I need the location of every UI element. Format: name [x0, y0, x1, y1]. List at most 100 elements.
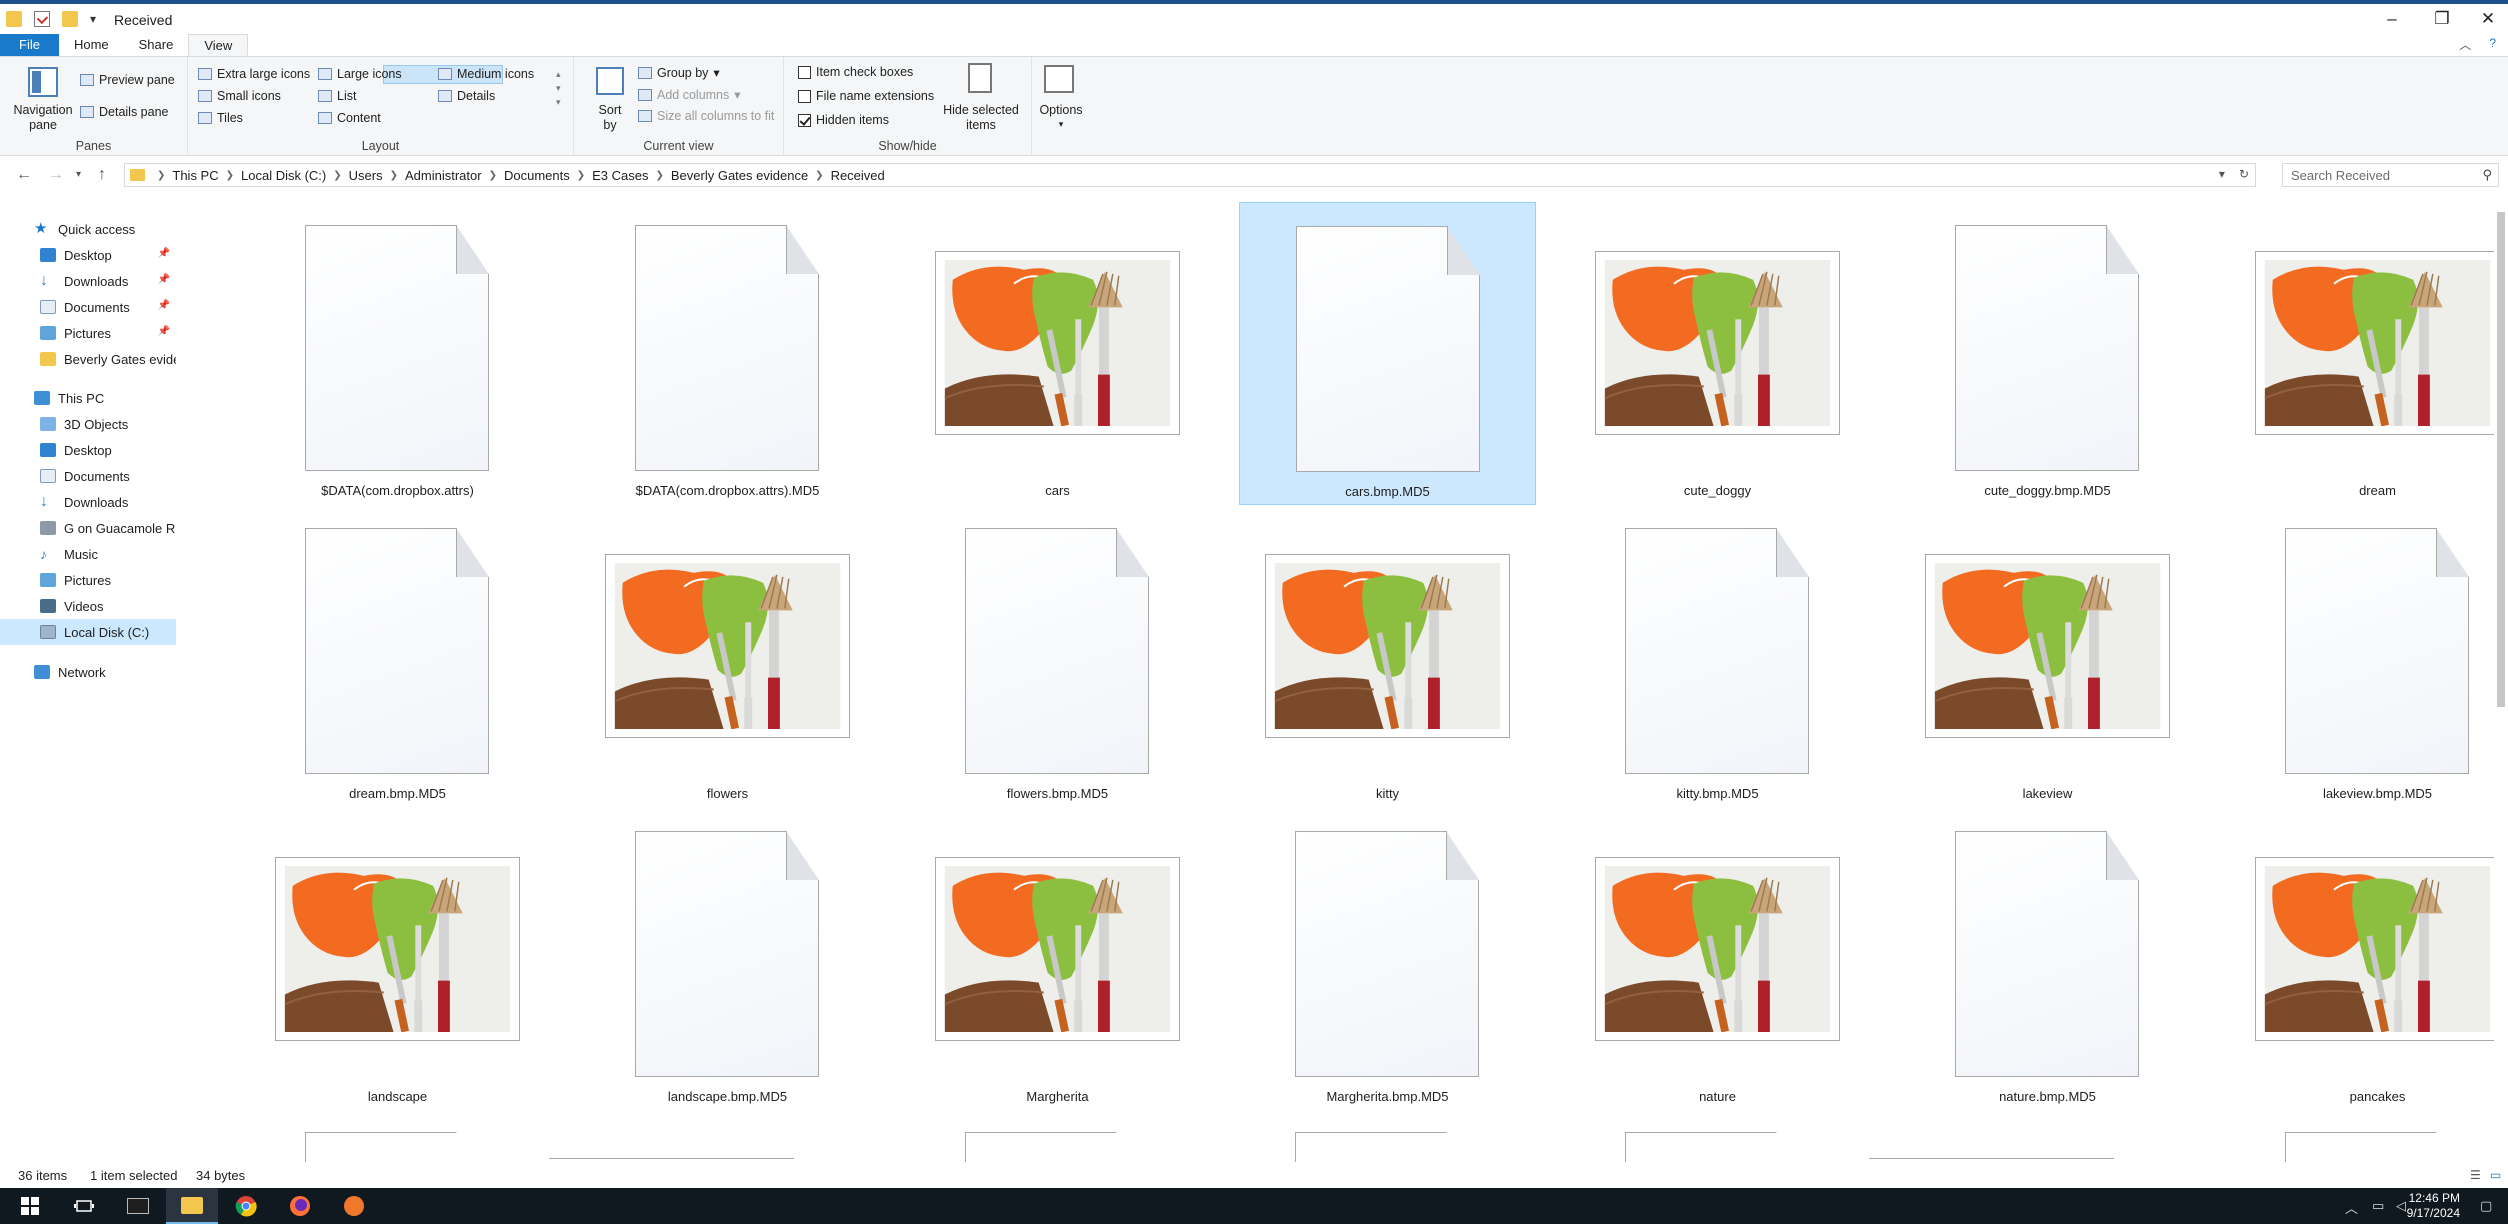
partial-document-icon[interactable] — [2285, 1132, 2469, 1162]
file-item[interactable]: flowers — [579, 505, 876, 808]
properties-icon[interactable] — [34, 11, 50, 27]
details-view-icon[interactable]: ☰ — [2470, 1168, 2481, 1182]
refresh-icon[interactable]: ↻ — [2239, 167, 2249, 181]
breadcrumb-separator-icon[interactable]: ❯ — [489, 170, 497, 181]
layout-tiles[interactable]: Tiles — [198, 111, 243, 125]
file-item[interactable]: pancakes — [2229, 808, 2495, 1111]
hidden-items-toggle[interactable]: Hidden items — [798, 113, 889, 127]
size-all-columns-button[interactable]: Size all columns to fit — [638, 109, 774, 123]
file-explorer-taskbar-button[interactable] — [166, 1188, 218, 1224]
nav-item-desktop-pc[interactable]: Desktop — [0, 437, 176, 463]
file-name-extensions-checkbox[interactable] — [798, 89, 811, 103]
collapse-ribbon-icon[interactable]: ︿ — [2459, 36, 2471, 53]
file-item[interactable]: nature.bmp.MD5 — [1899, 808, 2196, 1111]
layout-small-icons[interactable]: Small icons — [198, 89, 281, 103]
file-item[interactable]: Margherita.bmp.MD5 — [1239, 808, 1536, 1111]
nav-network[interactable]: Network — [0, 659, 176, 685]
details-pane-button[interactable]: Details pane — [80, 105, 169, 119]
file-item-selected[interactable]: cars.bmp.MD5 — [1239, 202, 1536, 505]
breadcrumb-local-disk[interactable]: Local Disk (C:) — [241, 168, 326, 183]
file-item[interactable]: landscape.bmp.MD5 — [579, 808, 876, 1111]
file-item[interactable]: landscape — [249, 808, 546, 1111]
layout-extra-large-icons[interactable]: Extra large icons — [198, 67, 310, 81]
clock[interactable]: 12:46 PM 9/17/2024 — [2407, 1191, 2460, 1221]
tab-view[interactable]: View — [188, 34, 249, 56]
nav-item-music[interactable]: ♪ Music — [0, 541, 176, 567]
nav-quick-access[interactable]: ★ Quick access — [0, 216, 176, 242]
pin-icon[interactable]: 📌 — [158, 248, 170, 259]
scrollbar-thumb[interactable] — [2497, 212, 2505, 707]
up-arrow-icon[interactable]: ↑ — [98, 166, 106, 184]
nav-item-downloads-pc[interactable]: ↓ Downloads — [0, 489, 176, 515]
notifications-icon[interactable]: ▢ — [2480, 1198, 2492, 1214]
breadcrumb-users[interactable]: Users — [349, 168, 383, 183]
breadcrumb-separator-icon[interactable]: ❯ — [815, 170, 823, 181]
pin-icon[interactable]: 📌 — [158, 274, 170, 285]
file-item[interactable]: Margherita — [909, 808, 1206, 1111]
file-item[interactable]: kitty — [1239, 505, 1536, 808]
partial-image-thumbnail[interactable] — [549, 1158, 794, 1162]
nav-item-downloads[interactable]: ↓ Downloads 📌 — [0, 268, 176, 294]
partial-document-icon[interactable] — [305, 1132, 489, 1162]
nav-this-pc[interactable]: This PC — [0, 385, 176, 411]
breadcrumb-separator-icon[interactable]: ❯ — [390, 170, 398, 181]
forward-arrow-icon[interactable]: → — [48, 166, 64, 184]
layout-large-icons[interactable]: Large icons — [318, 67, 402, 81]
nav-item-videos[interactable]: Videos — [0, 593, 176, 619]
file-item[interactable]: kitty.bmp.MD5 — [1569, 505, 1866, 808]
vertical-scrollbar[interactable] — [2494, 196, 2508, 1162]
address-history-chevron-icon[interactable]: ▾ — [2219, 167, 2225, 181]
large-icons-view-icon[interactable]: ▭ — [2490, 1168, 2501, 1182]
search-icon[interactable]: ⚲ — [2482, 167, 2492, 183]
nav-item-beverly-gates-evidence[interactable]: Beverly Gates evidence — [0, 346, 176, 372]
breadcrumb-this-pc[interactable]: This PC — [172, 168, 218, 183]
hide-selected-items-button[interactable]: Hide selected items — [936, 103, 1026, 133]
minimize-button[interactable]: – — [2370, 6, 2414, 34]
breadcrumb-documents[interactable]: Documents — [504, 168, 570, 183]
pin-icon[interactable]: 📌 — [158, 326, 170, 337]
breadcrumb-administrator[interactable]: Administrator — [405, 168, 482, 183]
file-item[interactable]: nature — [1569, 808, 1866, 1111]
layout-details[interactable]: Details — [438, 89, 495, 103]
nav-item-local-disk[interactable]: Local Disk (C:) — [0, 619, 176, 645]
preview-pane-button[interactable]: Preview pane — [80, 73, 175, 87]
show-hidden-icons-chevron-icon[interactable]: ︿ — [2345, 1198, 2358, 1217]
breadcrumb-separator-icon[interactable]: ❯ — [655, 170, 663, 181]
partial-document-icon[interactable] — [1295, 1132, 1479, 1162]
network-tray-icon[interactable]: ▭ — [2372, 1198, 2384, 1214]
chrome-taskbar-button[interactable] — [220, 1188, 272, 1224]
close-button[interactable]: ✕ — [2466, 6, 2508, 34]
file-item[interactable]: lakeview.bmp.MD5 — [2229, 505, 2495, 808]
back-arrow-icon[interactable]: ← — [16, 166, 32, 184]
terminal-taskbar-button[interactable] — [112, 1188, 164, 1224]
file-item[interactable]: dream.bmp.MD5 — [249, 505, 546, 808]
partial-image-thumbnail[interactable] — [1869, 1158, 2114, 1162]
breadcrumb-received[interactable]: Received — [831, 168, 885, 183]
file-name-extensions-toggle[interactable]: File name extensions — [798, 89, 934, 103]
file-item[interactable]: lakeview — [1899, 505, 2196, 808]
breadcrumb-separator-icon[interactable]: ❯ — [226, 170, 234, 181]
nav-item-pictures-pc[interactable]: Pictures — [0, 567, 176, 593]
partial-document-icon[interactable] — [1625, 1132, 1809, 1162]
partial-document-icon[interactable] — [965, 1132, 1149, 1162]
layout-medium-icons[interactable]: Medium icons — [438, 67, 534, 81]
tab-share[interactable]: Share — [124, 34, 189, 56]
firefox-taskbar-button[interactable] — [274, 1188, 326, 1224]
nav-item-pictures[interactable]: Pictures 📌 — [0, 320, 176, 346]
add-columns-button[interactable]: Add columns ▾ — [638, 87, 741, 102]
navigation-pane-button[interactable]: Navigation pane — [8, 103, 78, 133]
tab-home[interactable]: Home — [59, 34, 124, 56]
layout-content[interactable]: Content — [318, 111, 381, 125]
file-item[interactable]: $DATA(com.dropbox.attrs).MD5 — [579, 202, 876, 505]
nav-item-desktop[interactable]: Desktop 📌 — [0, 242, 176, 268]
layout-list[interactable]: List — [318, 89, 356, 103]
item-check-boxes-toggle[interactable]: Item check boxes — [798, 65, 913, 79]
breadcrumb-separator-icon[interactable]: ❯ — [577, 170, 585, 181]
file-item[interactable]: cute_doggy.bmp.MD5 — [1899, 202, 2196, 505]
help-icon[interactable]: ? — [2489, 36, 2496, 53]
options-chevron-icon[interactable]: ▾ — [1032, 117, 1090, 132]
item-check-boxes-checkbox[interactable] — [798, 65, 811, 79]
search-input[interactable]: Search Received ⚲ — [2282, 163, 2499, 187]
breadcrumb-separator-icon[interactable]: ❯ — [157, 170, 165, 181]
new-folder-icon[interactable] — [62, 11, 78, 27]
